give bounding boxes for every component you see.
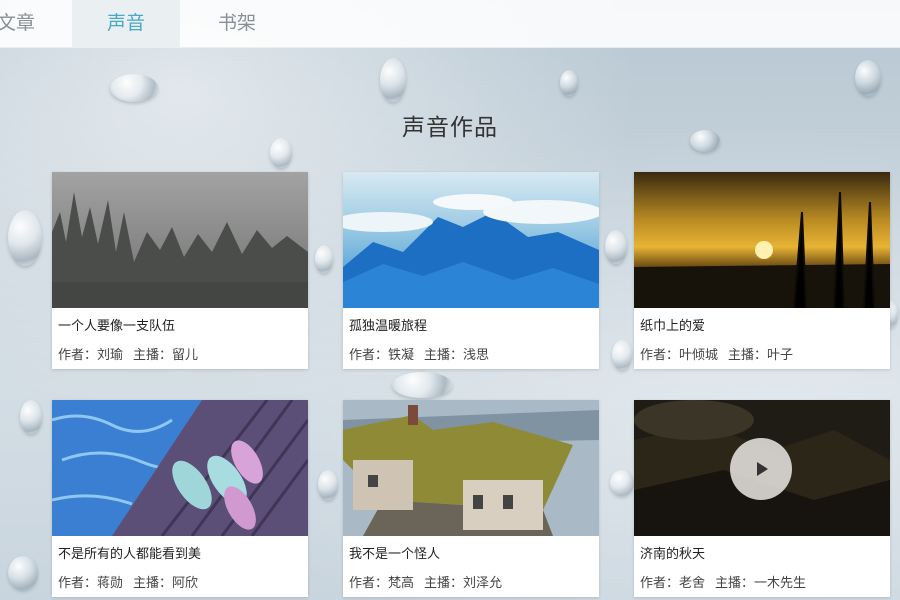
work-thumbnail-dark-hillside-video[interactable]	[634, 400, 890, 536]
host-name: 一木先生	[754, 576, 807, 591]
water-drop	[855, 60, 881, 96]
work-meta: 作者：叶倾城 主播：叶子	[640, 344, 793, 363]
host-label: 主播：	[424, 576, 464, 591]
author-label: 作者：	[640, 576, 680, 591]
work-card[interactable]: 一个人要像一支队伍 作者：刘瑜 主播：留儿	[52, 172, 308, 369]
author-name: 铁凝	[388, 348, 415, 363]
author-label: 作者：	[349, 348, 389, 363]
work-title[interactable]: 不是所有的人都能看到美	[58, 543, 201, 562]
host-name: 叶子	[767, 348, 794, 363]
host-label: 主播：	[133, 348, 173, 363]
work-card[interactable]: 孤独温暖旅程 作者：铁凝 主播：浅思	[343, 172, 599, 369]
author-name: 蒋勋	[97, 576, 124, 591]
work-card[interactable]: 不是所有的人都能看到美 作者：蒋勋 主播：阿欣	[52, 400, 308, 597]
host-name: 刘泽允	[463, 576, 503, 591]
work-meta: 作者：老舍 主播：一木先生	[640, 572, 806, 591]
water-drop	[315, 245, 333, 273]
author-name: 梵高	[388, 576, 415, 591]
author-label: 作者：	[58, 348, 98, 363]
water-drop	[110, 74, 158, 102]
water-drop	[605, 230, 627, 264]
water-drop	[560, 70, 578, 96]
author-name: 老舍	[679, 576, 706, 591]
work-thumbnail-misty-forest[interactable]	[52, 172, 308, 308]
work-thumbnail-mountains-above-clouds[interactable]	[343, 172, 599, 308]
work-meta: 作者：刘瑜 主播：留儿	[58, 344, 198, 363]
work-title[interactable]: 一个人要像一支队伍	[58, 315, 175, 334]
host-name: 阿欣	[172, 576, 199, 591]
work-thumbnail-old-house[interactable]	[343, 400, 599, 536]
work-meta: 作者：铁凝 主播：浅思	[349, 344, 489, 363]
work-card[interactable]: 纸巾上的爱 作者：叶倾城 主播：叶子	[634, 172, 890, 369]
work-card[interactable]: 我不是一个怪人 作者：梵高 主播：刘泽允	[343, 400, 599, 597]
tab-bookshelf[interactable]: 书架	[200, 0, 274, 47]
host-label: 主播：	[133, 576, 173, 591]
host-name: 浅思	[463, 348, 490, 363]
water-drop	[392, 372, 452, 398]
water-drop	[20, 400, 42, 434]
water-drop	[380, 58, 406, 102]
work-title[interactable]: 纸巾上的爱	[640, 315, 705, 334]
water-drop	[612, 340, 632, 370]
author-name: 叶倾城	[679, 348, 719, 363]
host-label: 主播：	[424, 348, 464, 363]
water-drop	[8, 210, 42, 266]
tab-audio[interactable]: 声音	[72, 0, 180, 47]
host-label: 主播：	[715, 576, 755, 591]
water-drop	[8, 556, 38, 590]
work-title[interactable]: 我不是一个怪人	[349, 543, 440, 562]
author-label: 作者：	[58, 576, 98, 591]
work-card[interactable]: 济南的秋天 作者：老舍 主播：一木先生	[634, 400, 890, 597]
author-label: 作者：	[349, 576, 389, 591]
water-drop	[270, 138, 292, 168]
author-name: 刘瑜	[97, 348, 124, 363]
section-title: 声音作品	[402, 115, 498, 141]
host-label: 主播：	[728, 348, 768, 363]
work-meta: 作者：蒋勋 主播：阿欣	[58, 572, 198, 591]
work-title[interactable]: 孤独温暖旅程	[349, 315, 427, 334]
water-drop	[318, 470, 338, 500]
author-label: 作者：	[640, 348, 680, 363]
play-icon[interactable]	[730, 438, 792, 500]
work-meta: 作者：梵高 主播：刘泽允	[349, 572, 502, 591]
work-thumbnail-golden-sunset[interactable]	[634, 172, 890, 308]
host-name: 留儿	[172, 348, 199, 363]
work-thumbnail-flip-flops-by-pool[interactable]	[52, 400, 308, 536]
work-title[interactable]: 济南的秋天	[640, 543, 705, 562]
water-drop	[610, 470, 634, 496]
tab-articles[interactable]: 文章	[0, 0, 46, 47]
top-nav: 文章 声音 书架	[0, 0, 900, 48]
